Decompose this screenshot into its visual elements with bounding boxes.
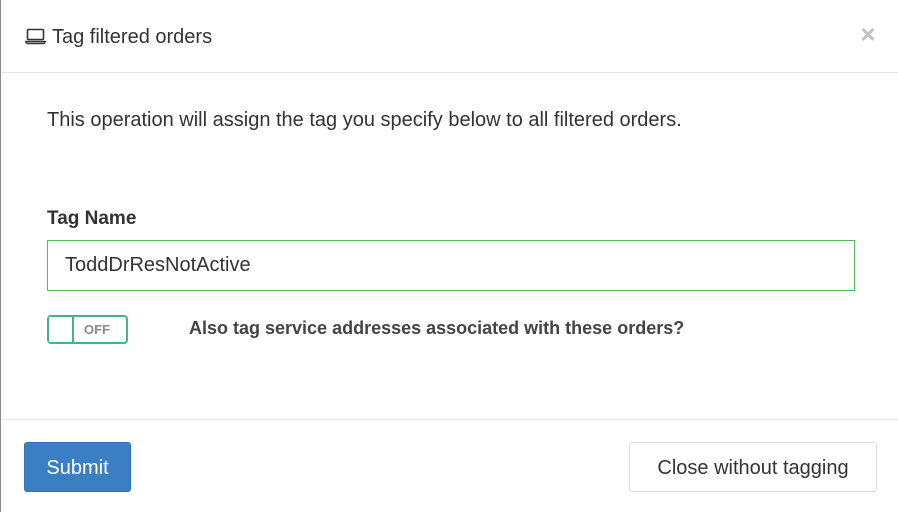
- modal-title: Tag filtered orders: [52, 26, 213, 48]
- toggle-state-text: OFF: [84, 322, 110, 337]
- laptop-icon: [24, 28, 47, 45]
- toggle-knob: [49, 317, 74, 342]
- tag-orders-modal: Tag filtered orders × This operation wil…: [0, 0, 898, 512]
- tag-addresses-toggle[interactable]: OFF: [47, 315, 128, 344]
- close-without-tagging-button[interactable]: Close without tagging: [629, 442, 877, 492]
- tag-name-label: Tag Name: [47, 208, 137, 229]
- modal-header: Tag filtered orders ×: [1, 0, 898, 73]
- tag-name-input[interactable]: [47, 240, 855, 291]
- close-icon[interactable]: ×: [856, 20, 880, 48]
- operation-description: This operation will assign the tag you s…: [47, 109, 682, 131]
- submit-button[interactable]: Submit: [24, 442, 131, 492]
- tag-addresses-label: Also tag service addresses associated wi…: [189, 318, 685, 338]
